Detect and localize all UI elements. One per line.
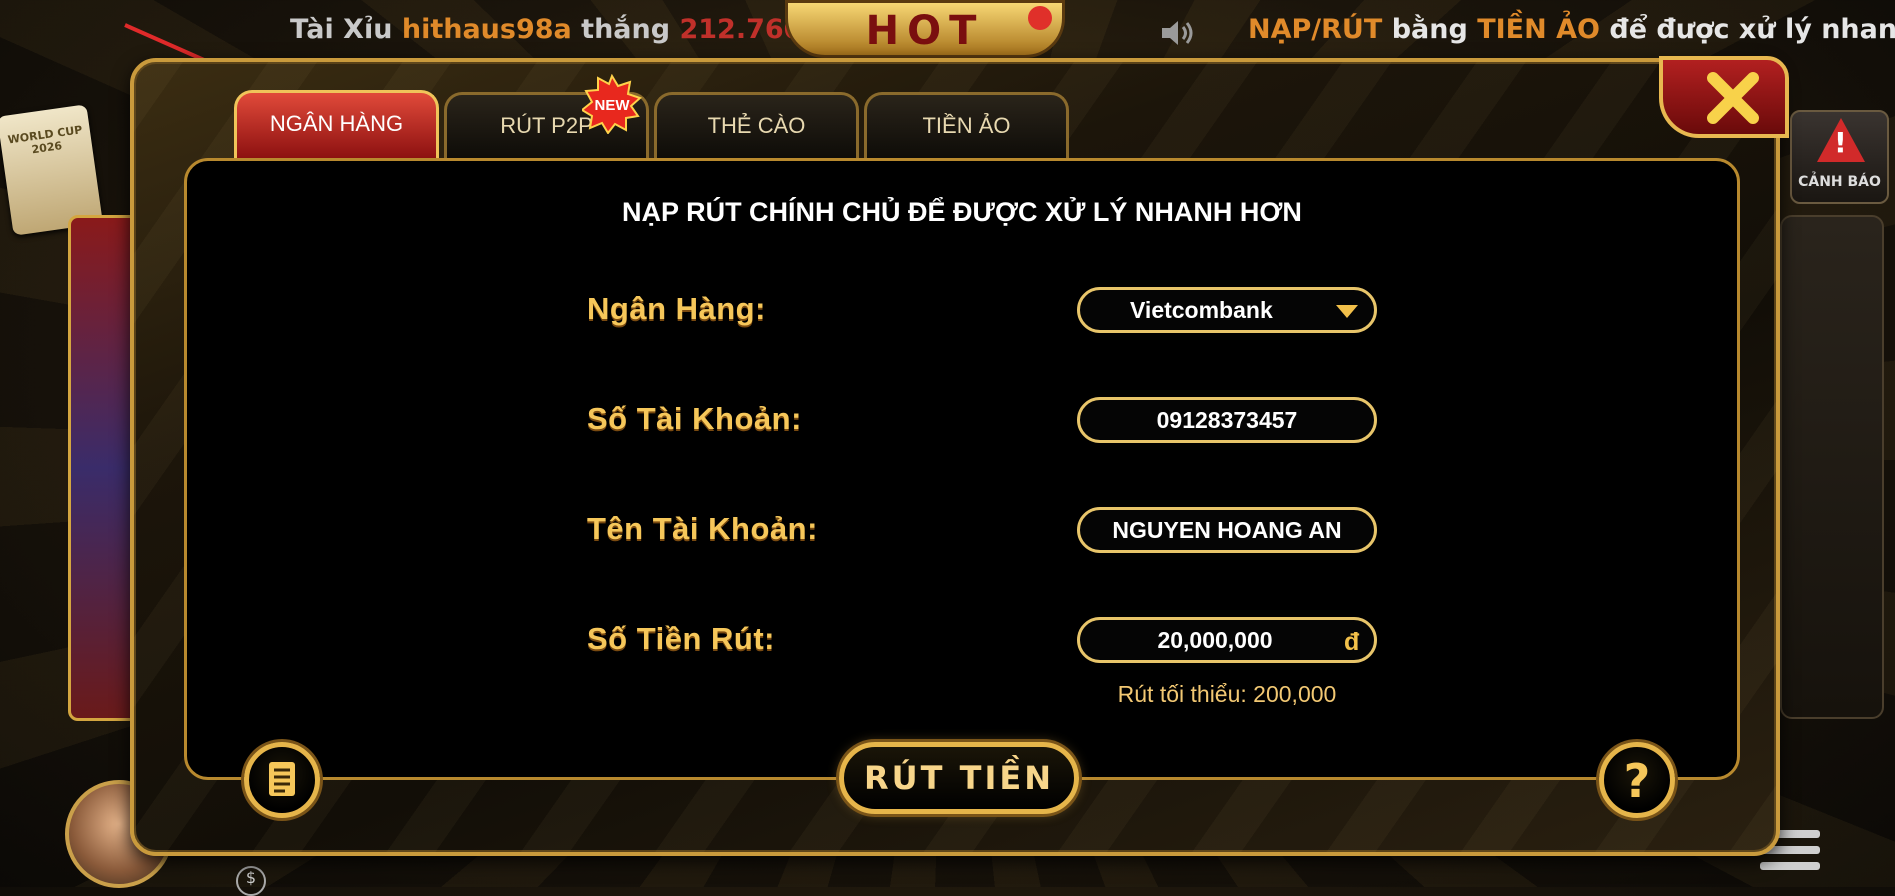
- ticker-game: Tài Xỉu: [290, 14, 393, 45]
- new-badge-icon: NEW: [582, 74, 642, 134]
- withdraw-dialog: NGÂN HÀNG RÚT P2P THẺ CÀO TIỀN ẢO NEW NẠ…: [130, 56, 1789, 856]
- amount-label: Số Tiền Rút:: [587, 621, 775, 656]
- minimum-withdraw-hint: Rút tối thiểu: 200,000: [1117, 681, 1337, 707]
- notice-part-2: bằng: [1391, 14, 1468, 45]
- tab-bank[interactable]: NGÂN HÀNG: [234, 90, 439, 160]
- notice-part-4: để được xử lý nhanh hơn: [1609, 14, 1895, 45]
- amount-field[interactable]: 20,000,000 đ: [1077, 617, 1377, 663]
- close-icon: [1707, 72, 1759, 124]
- tab-crypto[interactable]: TIỀN ẢO: [864, 92, 1069, 158]
- chevron-down-icon: [1336, 305, 1358, 318]
- account-name-input[interactable]: [1080, 510, 1374, 551]
- right-side-panel: [1780, 215, 1884, 719]
- withdraw-button[interactable]: RÚT TIỀN: [839, 742, 1079, 814]
- account-number-field[interactable]: [1077, 397, 1377, 443]
- ticker-verb: thắng: [581, 14, 671, 45]
- document-list-icon: [269, 762, 295, 796]
- help-button[interactable]: ?: [1599, 742, 1675, 818]
- hot-logo: HOT: [785, 0, 1065, 58]
- notice-ticker: NẠP/RÚT bằng TIỀN ẢO để được xử lý nhanh…: [1248, 14, 1895, 45]
- notice-part-3: TIỀN ẢO: [1477, 14, 1600, 45]
- close-button[interactable]: [1659, 56, 1789, 138]
- account-number-input[interactable]: [1080, 400, 1374, 441]
- history-button[interactable]: [244, 742, 320, 818]
- bank-select-value: Vietcombank: [1130, 297, 1273, 323]
- panel-heading: NẠP RÚT CHÍNH CHỦ ĐỂ ĐƯỢC XỬ LÝ NHANH HƠ…: [622, 197, 1302, 227]
- account-name-field[interactable]: [1077, 507, 1377, 553]
- currency-symbol: đ: [1344, 628, 1360, 656]
- warning-button[interactable]: ! CẢNH BÁO: [1790, 110, 1889, 204]
- win-ticker: Tài Xỉu hithaus98a thắng 212.760: [290, 14, 802, 45]
- warning-label: CẢNH BÁO: [1798, 174, 1881, 190]
- bank-label: Ngân Hàng:: [587, 291, 766, 326]
- speaker-icon[interactable]: [1160, 18, 1196, 48]
- tab-card[interactable]: THẺ CÀO: [654, 92, 859, 158]
- new-badge-text: NEW: [595, 97, 631, 114]
- notice-part-1: NẠP/RÚT: [1248, 14, 1383, 45]
- bank-select[interactable]: Vietcombank: [1077, 287, 1377, 333]
- ticker-user: hithaus98a: [401, 14, 572, 45]
- amount-input[interactable]: 20,000,000: [1080, 620, 1350, 660]
- account-number-label: Số Tài Khoản:: [587, 401, 802, 436]
- coin-icon: $: [236, 866, 266, 896]
- form-panel: NẠP RÚT CHÍNH CHỦ ĐỂ ĐƯỢC XỬ LÝ NHANH HƠ…: [184, 158, 1740, 780]
- notification-dot: [1028, 6, 1052, 30]
- account-name-label: Tên Tài Khoản:: [587, 511, 818, 546]
- question-mark-icon: ?: [1623, 754, 1651, 808]
